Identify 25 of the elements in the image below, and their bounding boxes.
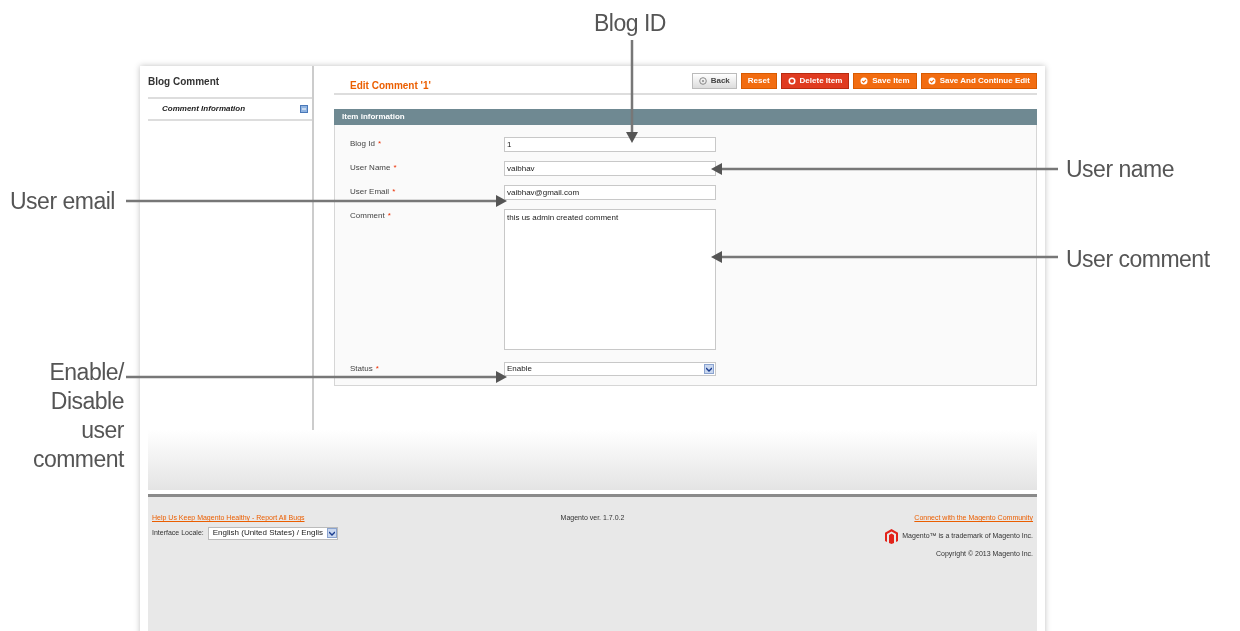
required-mark: *: [377, 139, 382, 149]
text-field[interactable]: 1: [504, 137, 716, 152]
required-mark: *: [393, 163, 397, 173]
required-mark: *: [375, 364, 379, 374]
locale-select[interactable]: English (United States) / Englis: [207, 526, 339, 540]
section-header: Item information: [334, 109, 1037, 125]
comment-textarea[interactable]: this us admin created comment: [504, 209, 716, 350]
field-label: Status: [350, 364, 373, 374]
annotation-label: User email: [10, 187, 115, 216]
required-mark: *: [387, 211, 391, 221]
annotation-label: Blog ID: [594, 9, 666, 38]
field-label: Blog Id: [350, 139, 375, 149]
field-label: User Name: [350, 163, 391, 173]
annotation-label: User comment: [1066, 245, 1210, 274]
field-label: Comment: [350, 211, 385, 221]
annotation-label: User name: [1066, 155, 1174, 184]
page-title: Edit Comment '1': [349, 78, 431, 93]
delete-button[interactable]: Delete Item: [780, 73, 850, 89]
back-button[interactable]: Back: [691, 73, 737, 89]
status-select[interactable]: Enable: [504, 362, 716, 376]
required-mark: *: [392, 187, 396, 197]
annotation-label: Enable/ Disable user comment: [31, 358, 124, 474]
field-label: User Email: [350, 187, 390, 197]
text-field[interactable]: vaibhav@gmail.com: [504, 185, 716, 200]
text-field[interactable]: vaibhav: [504, 161, 716, 176]
